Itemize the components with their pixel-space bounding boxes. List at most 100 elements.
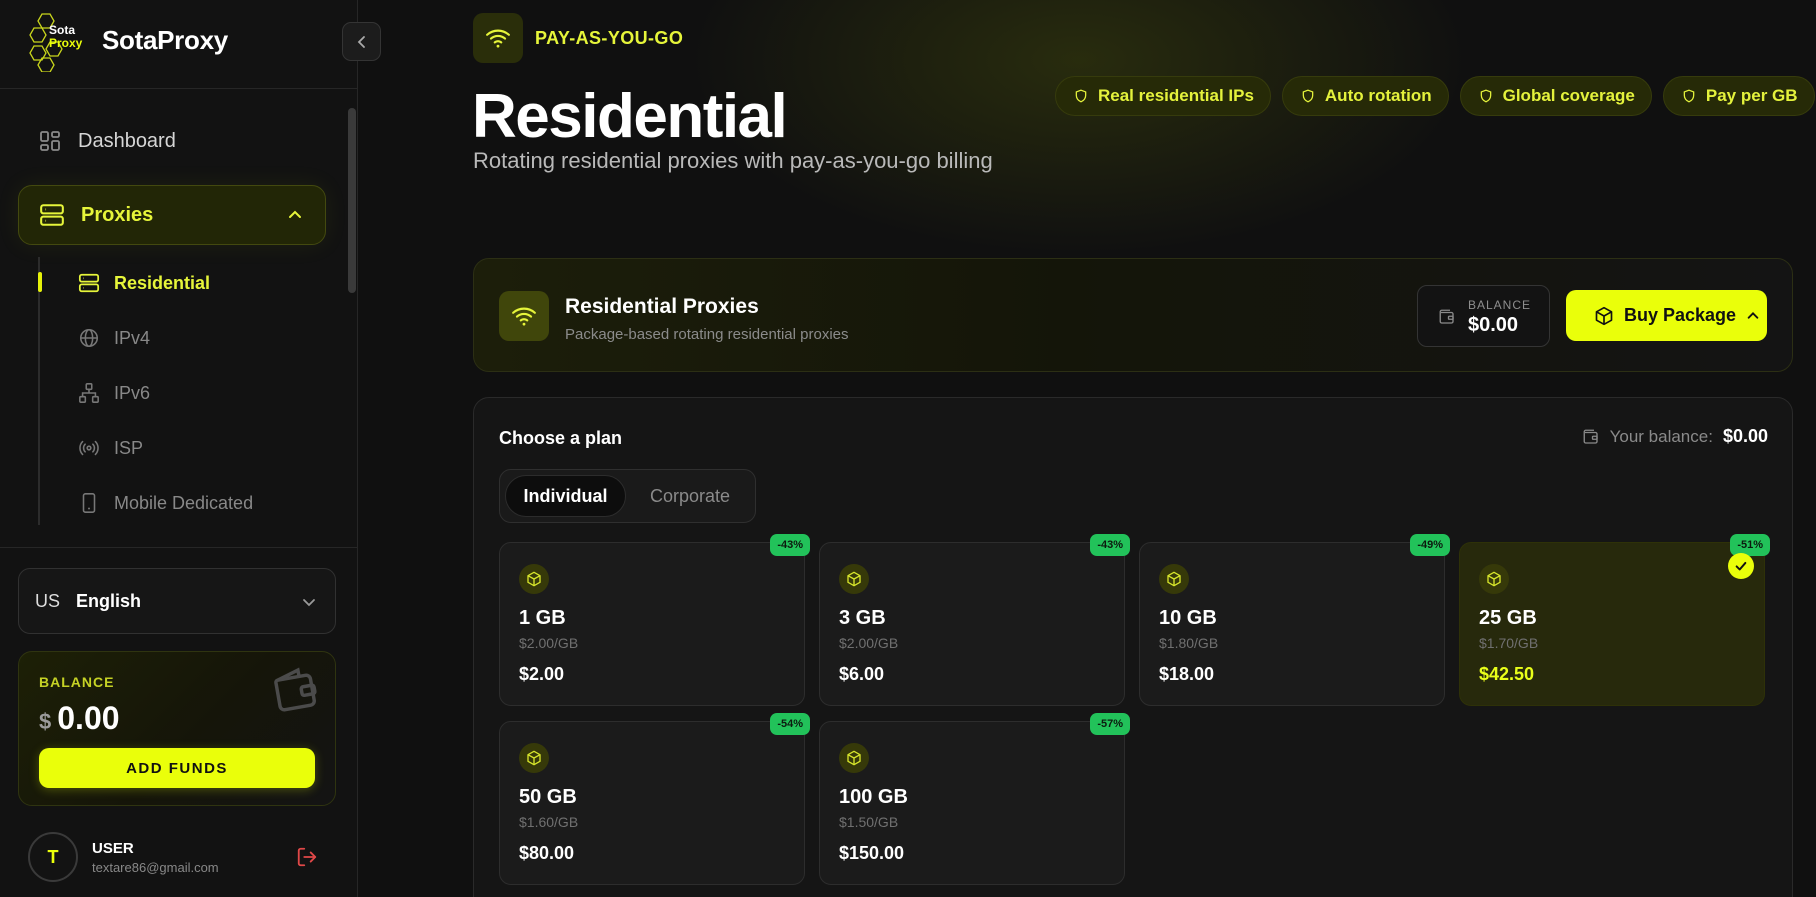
package-price: $150.00 xyxy=(839,843,905,863)
badge-label: PAY-AS-YOU-GO xyxy=(535,27,684,48)
sidebar-item-ipv4[interactable]: IPv4 xyxy=(78,323,150,353)
balance-card: BALANCE $ 0.00 ADD FUNDS xyxy=(18,651,336,806)
package-card-25gb-selected[interactable]: -51% 25 GB $1.70/GB $42.50 xyxy=(1459,534,1770,706)
package-icon xyxy=(527,571,541,587)
package-icon-circle xyxy=(839,564,869,594)
package-price-per-gb: $2.00/GB xyxy=(839,635,899,651)
avatar: T xyxy=(28,832,78,882)
broadcast-icon xyxy=(79,440,99,456)
package-price: $6.00 xyxy=(839,664,885,684)
balance-label: BALANCE xyxy=(39,674,115,690)
discount-badge: -43% xyxy=(770,534,810,556)
add-funds-button[interactable]: ADD FUNDS xyxy=(39,748,315,788)
user-profile[interactable]: T USER textare86@gmail.com xyxy=(28,832,219,882)
chevron-up-icon xyxy=(1747,311,1759,319)
tab-individual[interactable]: Individual xyxy=(505,475,626,517)
sidebar-item-ipv6[interactable]: IPv6 xyxy=(78,378,150,408)
sidebar-item-label: Mobile Dedicated xyxy=(114,492,254,513)
dashboard-grid-icon xyxy=(40,131,60,151)
collapse-sidebar-button[interactable] xyxy=(342,22,381,61)
shield-icon xyxy=(1683,89,1695,103)
page-title: Residential xyxy=(472,82,788,151)
package-icon xyxy=(527,750,541,766)
balance-currency: $ xyxy=(39,709,52,734)
shield-icon xyxy=(1075,89,1087,103)
sidebar-item-isp[interactable]: ISP xyxy=(78,433,143,463)
globe-icon xyxy=(79,328,99,348)
shield-icon xyxy=(1480,89,1491,103)
package-size: 100 GB xyxy=(839,786,908,808)
package-price-per-gb: $1.80/GB xyxy=(1159,635,1219,651)
server-icon xyxy=(78,273,100,293)
package-price: $80.00 xyxy=(519,843,575,863)
sidebar-item-residential[interactable]: Residential xyxy=(78,268,210,298)
package-price-per-gb: $2.00/GB xyxy=(519,635,579,651)
wifi-icon xyxy=(486,29,510,48)
wifi-icon-box xyxy=(473,13,523,63)
language-select[interactable]: US English xyxy=(18,568,336,634)
package-price-per-gb: $1.50/GB xyxy=(839,814,899,830)
package-size: 10 GB xyxy=(1159,607,1217,629)
brand-logo: Sota Proxy xyxy=(28,8,88,72)
sidebar-item-label: IPv6 xyxy=(114,382,151,403)
active-marker xyxy=(38,272,42,292)
package-price-per-gb: $1.60/GB xyxy=(519,814,579,830)
sidebar-item-dashboard[interactable]: Dashboard xyxy=(18,111,326,171)
your-balance-label: Your balance: xyxy=(1609,426,1713,446)
feature-label: Global coverage xyxy=(1502,86,1635,105)
package-card-50gb[interactable]: -54% 50 GB $1.60/GB $80.00 xyxy=(499,713,810,885)
package-icon-circle xyxy=(519,564,549,594)
package-icon xyxy=(1487,571,1501,587)
package-card-3gb[interactable]: -43% 3 GB $2.00/GB $6.00 xyxy=(819,534,1130,706)
tab-corporate[interactable]: Corporate xyxy=(650,475,730,517)
wallet-icon xyxy=(1439,309,1454,324)
package-icon-circle xyxy=(1159,564,1189,594)
package-icon-circle xyxy=(519,743,549,773)
balance-amount: $ 0.00 xyxy=(39,700,120,737)
feature-label: Auto rotation xyxy=(1324,86,1432,105)
package-size: 3 GB xyxy=(839,607,886,629)
sidebar-item-label: ISP xyxy=(114,437,144,458)
language-code: US xyxy=(35,590,61,611)
balance-value: 0.00 xyxy=(57,700,120,736)
discount-badge: -57% xyxy=(1090,713,1130,735)
logout-icon[interactable] xyxy=(296,846,318,868)
package-price: $18.00 xyxy=(1159,664,1215,684)
page-subtitle: Rotating residential proxies with pay-as… xyxy=(473,148,993,173)
sidebar-divider xyxy=(0,547,358,548)
package-price: $42.50 xyxy=(1479,664,1535,684)
user-name: USER xyxy=(92,839,134,857)
logo-text-bottom: Proxy xyxy=(49,36,83,50)
feature-chip: Pay per GB xyxy=(1662,76,1815,116)
package-icon xyxy=(1167,571,1181,587)
discount-badge: -43% xyxy=(1090,534,1130,556)
smartphone-icon xyxy=(82,493,96,513)
your-balance-value: $0.00 xyxy=(1722,426,1768,446)
package-icon xyxy=(847,571,861,587)
product-subtitle: Package-based rotating residential proxi… xyxy=(565,326,849,343)
server-icon xyxy=(40,204,64,226)
package-card-1gb[interactable]: -43% 1 GB $2.00/GB $2.00 xyxy=(499,534,810,706)
selected-check-icon xyxy=(1728,553,1754,579)
sidebar-item-label: Proxies xyxy=(81,203,154,226)
package-size: 50 GB xyxy=(519,786,577,808)
discount-badge: -49% xyxy=(1410,534,1450,556)
package-size: 1 GB xyxy=(519,607,566,629)
sidebar-item-proxies[interactable]: Proxies xyxy=(18,185,326,245)
sidebar-item-label: IPv4 xyxy=(114,327,151,348)
brand-name: SotaProxy xyxy=(102,24,228,55)
package-card-100gb[interactable]: -57% 100 GB $1.50/GB $150.00 xyxy=(819,713,1130,885)
main-content: PAY-AS-YOU-GO Residential Rotating resid… xyxy=(359,0,1816,897)
package-card-10gb[interactable]: -49% 10 GB $1.80/GB $18.00 xyxy=(1139,534,1450,706)
product-card: Residential Proxies Package-based rotati… xyxy=(473,258,1793,372)
package-icon-circle xyxy=(1479,564,1509,594)
feature-chips: Real residential IPs Auto rotation Globa… xyxy=(1055,76,1815,116)
chevron-left-icon xyxy=(357,35,365,48)
brand[interactable]: Sota Proxy SotaProxy xyxy=(28,8,228,72)
buy-package-label: Buy Package xyxy=(1624,305,1737,325)
pay-as-you-go-badge: PAY-AS-YOU-GO xyxy=(473,13,683,63)
sidebar-scrollbar[interactable] xyxy=(348,108,356,293)
sidebar-item-mobile-dedicated[interactable]: Mobile Dedicated xyxy=(78,488,253,518)
submenu-line xyxy=(38,257,40,525)
buy-package-button[interactable]: Buy Package xyxy=(1566,290,1767,341)
